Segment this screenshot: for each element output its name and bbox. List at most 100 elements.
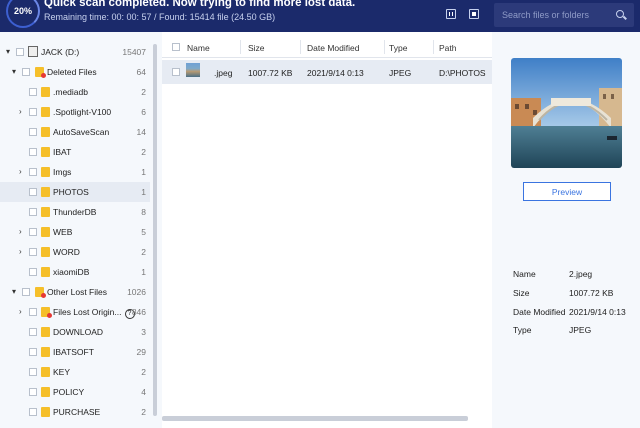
tree-item-photos[interactable]: PHOTOS 1 <box>0 182 150 202</box>
tree-item-label: Imgs <box>53 167 72 177</box>
checkbox[interactable] <box>29 88 37 96</box>
checkbox[interactable] <box>29 308 37 316</box>
tree-item-count: 64 <box>136 67 146 77</box>
folder-icon <box>41 147 50 157</box>
tree-item-policy[interactable]: POLICY 4 <box>0 382 150 402</box>
column-divider[interactable] <box>384 40 385 54</box>
tree-item-label: Deleted Files <box>47 67 97 77</box>
tree-item-count: 3 <box>141 327 146 337</box>
checkbox[interactable] <box>29 268 37 276</box>
folder-icon <box>41 207 50 217</box>
tree-item-label: .mediadb <box>53 87 88 97</box>
meta-value: 1007.72 KB <box>569 288 614 298</box>
checkbox[interactable] <box>29 408 37 416</box>
checkbox[interactable] <box>29 228 37 236</box>
tree-item-label: WORD <box>53 247 80 257</box>
tree-item-ibat[interactable]: IBAT 2 <box>0 142 150 162</box>
column-date-modified[interactable]: Date Modified <box>307 43 359 53</box>
tree-item-count: 2 <box>141 367 146 377</box>
checkbox[interactable] <box>29 148 37 156</box>
column-divider[interactable] <box>300 40 301 54</box>
tree-item-key[interactable]: KEY 2 <box>0 362 150 382</box>
tree-item-count: 1 <box>141 187 146 197</box>
tree-item-autosavescan[interactable]: AutoSaveScan 14 <box>0 122 150 142</box>
column-divider[interactable] <box>433 40 434 54</box>
chevron-down-icon[interactable]: ▾ <box>12 68 20 76</box>
checkbox[interactable] <box>29 208 37 216</box>
tree-item-ibatsoft[interactable]: IBATSOFT 29 <box>0 342 150 362</box>
tree-item-count: 14 <box>136 127 146 137</box>
search-input[interactable] <box>494 3 604 27</box>
tree-item-drive[interactable]: ▾ JACK (D:) 15407 <box>0 42 150 62</box>
checkbox[interactable] <box>22 288 30 296</box>
checkbox[interactable] <box>29 188 37 196</box>
preview-image <box>511 58 622 168</box>
tree-scrollbar[interactable] <box>153 44 157 416</box>
checkbox[interactable] <box>29 368 37 376</box>
scan-progress-ring: 20% <box>6 0 40 28</box>
folder-icon <box>41 187 50 197</box>
select-all-checkbox[interactable] <box>172 43 180 51</box>
tree-item-mediadb[interactable]: .mediadb 2 <box>0 82 150 102</box>
checkbox[interactable] <box>29 348 37 356</box>
tree-item-xiaomidb[interactable]: xiaomiDB 1 <box>0 262 150 282</box>
checkbox[interactable] <box>29 108 37 116</box>
folder-icon <box>41 407 50 417</box>
checkbox[interactable] <box>29 168 37 176</box>
column-name[interactable]: Name <box>187 43 210 53</box>
stop-icon[interactable] <box>469 9 479 19</box>
cell-name: .jpeg <box>214 68 233 78</box>
row-checkbox[interactable] <box>172 68 180 76</box>
checkbox[interactable] <box>29 128 37 136</box>
meta-key: Name <box>513 269 536 279</box>
tree-item-other-lost-files[interactable]: ▾ Other Lost Files 1026 <box>0 282 150 302</box>
file-list: Name Size Date Modified Type Path .jpeg … <box>162 32 492 428</box>
folder-icon <box>41 367 50 377</box>
search-icon[interactable] <box>616 10 624 18</box>
chevron-right-icon[interactable]: › <box>19 308 27 316</box>
lost-folder-icon <box>41 307 52 318</box>
pause-icon[interactable] <box>446 9 456 19</box>
tree-item-imgs[interactable]: › Imgs 1 <box>0 162 150 182</box>
checkbox[interactable] <box>29 388 37 396</box>
tree-item-spotlight[interactable]: › .Spotlight-V100 6 <box>0 102 150 122</box>
tree-item-label: IBAT <box>53 147 72 157</box>
checkbox[interactable] <box>29 248 37 256</box>
checkbox[interactable] <box>29 328 37 336</box>
drive-icon <box>28 46 38 57</box>
column-divider[interactable] <box>240 40 241 54</box>
tree-item-download[interactable]: DOWNLOAD 3 <box>0 322 150 342</box>
column-size[interactable]: Size <box>248 43 265 53</box>
tree-item-purchase[interactable]: PURCHASE 2 <box>0 402 150 422</box>
chevron-right-icon[interactable]: › <box>19 248 27 256</box>
tree-item-count: 1 <box>141 167 146 177</box>
preview-button[interactable]: Preview <box>523 182 611 201</box>
tree-item-thunderdb[interactable]: ThunderDB 8 <box>0 202 150 222</box>
checkbox[interactable] <box>22 68 30 76</box>
tree-item-word[interactable]: › WORD 2 <box>0 242 150 262</box>
chevron-down-icon[interactable]: ▾ <box>12 288 20 296</box>
checkbox[interactable] <box>16 48 24 56</box>
column-path[interactable]: Path <box>439 43 457 53</box>
folder-icon <box>41 87 50 97</box>
chevron-down-icon[interactable]: ▾ <box>6 48 14 56</box>
cell-date: 2021/9/14 0:13 <box>307 68 364 78</box>
tree-item-label: AutoSaveScan <box>53 127 110 137</box>
tree-item-label: KEY <box>53 367 71 377</box>
table-row[interactable]: .jpeg 1007.72 KB 2021/9/14 0:13 JPEG D:\… <box>162 60 492 84</box>
tree-item-count: 4 <box>141 387 146 397</box>
tree-item-web[interactable]: › WEB 5 <box>0 222 150 242</box>
folder-icon <box>41 247 50 257</box>
chevron-right-icon[interactable]: › <box>19 228 27 236</box>
tree-item-label: Other Lost Files <box>47 287 107 297</box>
tree-item-count: 15407 <box>122 47 146 57</box>
column-type[interactable]: Type <box>389 43 407 53</box>
chevron-right-icon[interactable]: › <box>19 108 27 116</box>
meta-key: Size <box>513 288 530 298</box>
tree-item-files-lost-origin[interactable]: › Files Lost Origin...? 846 <box>0 302 150 322</box>
horizontal-scrollbar[interactable] <box>162 416 468 421</box>
tree-item-deleted-files[interactable]: ▾ Deleted Files 64 <box>0 62 150 82</box>
meta-row-date: Date Modified 2021/9/14 0:13 <box>513 307 638 319</box>
chevron-right-icon[interactable]: › <box>19 168 27 176</box>
tree-item-label: Files Lost Origin... <box>53 307 122 317</box>
